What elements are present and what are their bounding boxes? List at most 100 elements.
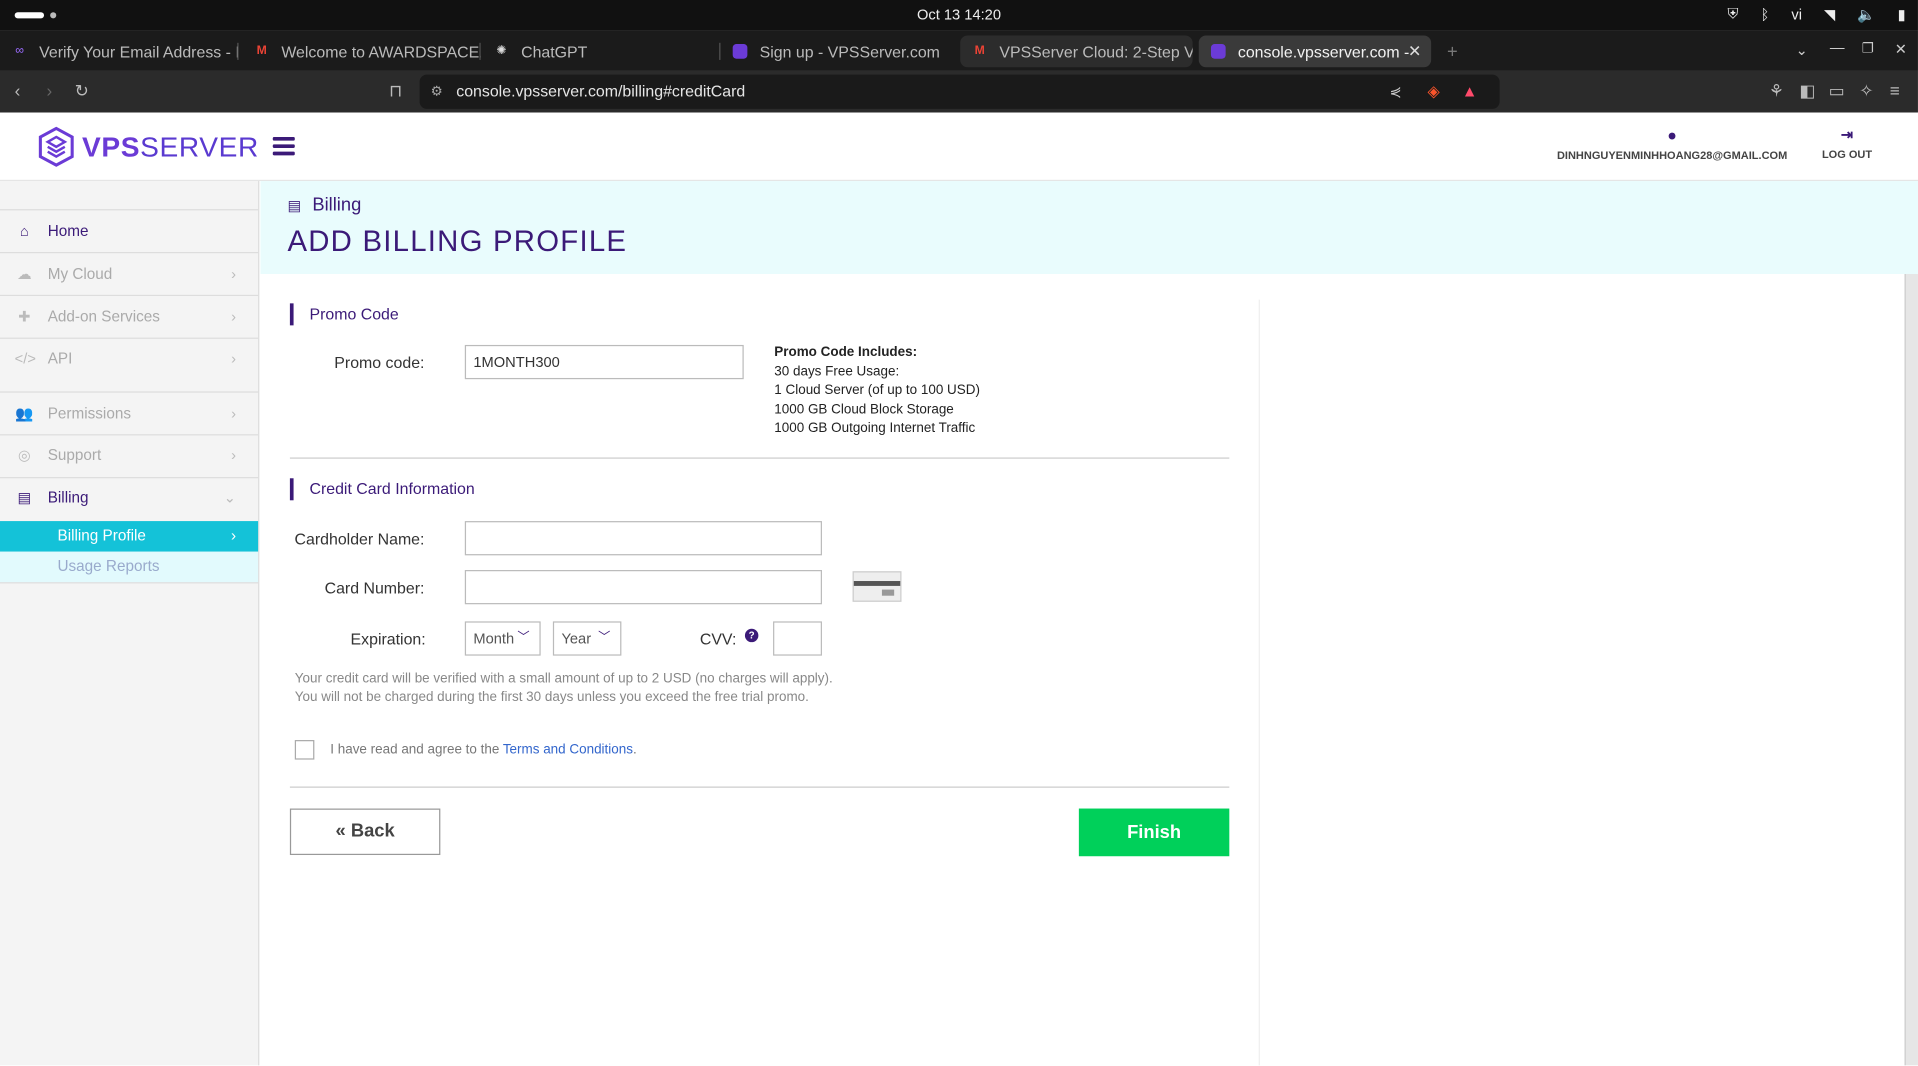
promo-include-item: 1000 GB Cloud Block Storage (774, 401, 954, 417)
tab-label: Verify Your Email Address - I (39, 42, 239, 61)
promo-include-item: 1000 GB Outgoing Internet Traffic (774, 420, 976, 436)
terms-checkbox[interactable] (294, 740, 315, 760)
promo-include-item: 1 Cloud Server (of up to 100 USD) (774, 382, 980, 398)
wallet-icon[interactable]: ▭ (1829, 81, 1845, 102)
sidebar: ⌂ Home ☁ My Cloud › ✚ Add-on Services › </> AP… (0, 181, 260, 1066)
bookmark-icon[interactable]: ⊓ (389, 81, 402, 102)
reload-icon[interactable]: ↻ (75, 81, 89, 102)
tab-label: ChatGPT (521, 42, 588, 61)
chevron-right-icon: › (231, 446, 237, 464)
sidebar-subitem-billing-profile[interactable]: Billing Profile › (0, 521, 259, 552)
tab-2step[interactable]: M VPSServer Cloud: 2-Step Ver (960, 35, 1193, 68)
sidebar-item-label: Add-on Services (47, 308, 160, 326)
tab-label: console.vpsserver.com - (1237, 42, 1410, 61)
credit-card-icon: ▤ (287, 196, 302, 214)
sidebar-item-permissions[interactable]: 👥 Permissions › (0, 393, 258, 435)
cvv-input[interactable] (773, 621, 822, 656)
brave-rewards-icon[interactable]: ▲ (1462, 75, 1478, 109)
share-icon[interactable]: ⋞ (1390, 75, 1402, 109)
sidebar-item-billing[interactable]: ▤ Billing ⌄ (0, 477, 258, 519)
logout-button[interactable]: ⇥ LOG OUT (1816, 126, 1877, 160)
browser-toolbar: ‹ › ↻ ⊓ ⚙ console.vpsserver.com/billing#… (0, 70, 1918, 113)
tab-console-active[interactable]: console.vpsserver.com - ✕ (1198, 35, 1432, 68)
credit-card-back-icon (852, 571, 902, 602)
chevron-right-icon: › (231, 308, 237, 326)
sidebar-item-label: My Cloud (47, 265, 113, 283)
sidebar-item-label: Billing (47, 489, 89, 507)
column-divider (1258, 299, 1260, 1066)
promo-code-label: Promo code: (334, 353, 425, 372)
promo-includes: Promo Code Includes: 30 days Free Usage:… (774, 344, 980, 439)
keyboard-language[interactable]: vi (1791, 6, 1802, 23)
infinity-icon: ∞ (15, 44, 24, 58)
sidebar-item-my-cloud[interactable]: ☁ My Cloud › (0, 253, 258, 295)
site-info-icon[interactable]: ⚙ (431, 75, 443, 109)
minimize-icon[interactable]: — (1830, 39, 1845, 56)
cvv-label: CVV: (699, 629, 737, 649)
menu-icon[interactable]: ≡ (1890, 81, 1900, 101)
cardholder-name-label: Cardholder Name: (294, 529, 425, 548)
expiration-year-select[interactable]: Year ﹀ (552, 621, 622, 656)
user-icon: ● (1667, 125, 1677, 145)
sidebar-item-label: Home (47, 222, 89, 240)
finish-button[interactable]: Finish (1078, 808, 1230, 857)
restore-icon[interactable]: ❐ (1862, 40, 1874, 57)
extensions-icon[interactable]: ⚘ (1769, 81, 1784, 102)
help-icon[interactable]: ? (744, 628, 759, 643)
wifi-icon[interactable]: ◥ (1824, 6, 1835, 23)
system-clock[interactable]: Oct 13 14:20 (0, 6, 1918, 23)
user-account[interactable]: ● DINHNGUYENMINHHOANG28@GMAIL.COM (1556, 126, 1788, 161)
new-tab-icon[interactable]: + (1447, 42, 1458, 63)
vpsserver-logo[interactable]: VPSSERVER (38, 126, 259, 168)
promo-section-heading: Promo Code (289, 303, 399, 326)
breadcrumb-billing: Billing (312, 194, 362, 216)
forward-icon[interactable]: › (46, 81, 52, 101)
sidebar-item-label: Permissions (47, 404, 131, 423)
hamburger-menu-icon[interactable] (272, 136, 295, 159)
shield-icon[interactable]: ⛨ (1728, 5, 1739, 23)
close-window-icon[interactable]: ✕ (1895, 40, 1907, 57)
section-divider (289, 786, 1230, 788)
chevron-right-icon: › (231, 349, 237, 367)
expiration-month-select[interactable]: Month ﹀ (464, 621, 541, 656)
bluetooth-icon[interactable]: ᛒ (1761, 6, 1770, 23)
code-icon: </> (14, 349, 36, 367)
battery-icon[interactable]: ▮ (1898, 6, 1906, 23)
page-banner: ▤ Billing ADD BILLING PROFILE (260, 181, 1918, 274)
sidebar-toggle-icon[interactable]: ◧ (1799, 81, 1815, 102)
tab-chatgpt[interactable]: ✺ ChatGPT (482, 35, 721, 67)
sidebar-item-api[interactable]: </> API › (0, 338, 258, 380)
chevron-down-icon: ﹀ (598, 631, 611, 645)
system-tray[interactable]: ⛨ ᛒ vi ◥ 🔈 ▮ (1728, 5, 1906, 23)
sidebar-subitem-label: Usage Reports (57, 557, 160, 575)
volume-icon[interactable]: 🔈 (1857, 6, 1875, 23)
year-value: Year (561, 629, 592, 648)
close-tab-icon[interactable]: ✕ (1408, 42, 1421, 62)
tab-verify-email[interactable]: ∞ Verify Your Email Address - I (0, 35, 239, 67)
sidebar-item-support[interactable]: ◎ Support › (0, 434, 258, 476)
promo-include-item: 30 days Free Usage: (774, 363, 900, 379)
card-number-input[interactable] (464, 570, 822, 605)
url-text: console.vpsserver.com/billing#creditCard (456, 81, 746, 101)
trial-note: You will not be charged during the first… (294, 689, 809, 705)
home-icon: ⌂ (20, 222, 29, 240)
brave-shields-icon[interactable]: ◈ (1427, 75, 1439, 109)
sidebar-item-addon-services[interactable]: ✚ Add-on Services › (0, 296, 258, 338)
back-icon[interactable]: ‹ (15, 81, 21, 101)
sidebar-subitem-usage-reports[interactable]: Usage Reports (0, 551, 259, 583)
address-bar[interactable]: ⚙ console.vpsserver.com/billing#creditCa… (419, 74, 1500, 109)
leo-ai-icon[interactable]: ✧ (1859, 81, 1873, 102)
cardholder-name-input[interactable] (464, 521, 822, 556)
back-button[interactable]: « Back (289, 808, 441, 856)
sidebar-item-home[interactable]: ⌂ Home (0, 210, 258, 252)
os-topbar: Oct 13 14:20 ⛨ ᛒ vi ◥ 🔈 ▮ (0, 0, 1918, 31)
tab-awardspace[interactable]: M Welcome to AWARDSPACE.C (242, 35, 481, 67)
agree-text: I have read and agree to the (330, 742, 503, 758)
terms-link[interactable]: Terms and Conditions (503, 742, 633, 757)
verification-note: Your credit card will be verified with a… (294, 671, 833, 687)
promo-code-input[interactable]: 1MONTH300 (464, 344, 744, 380)
sidebar-item-label: Support (47, 446, 102, 464)
tab-signup[interactable]: Sign up - VPSServer.com (720, 35, 959, 67)
tab-search-icon[interactable]: ⌄ (1796, 42, 1808, 59)
page-scrollbar[interactable] (1904, 273, 1918, 1066)
